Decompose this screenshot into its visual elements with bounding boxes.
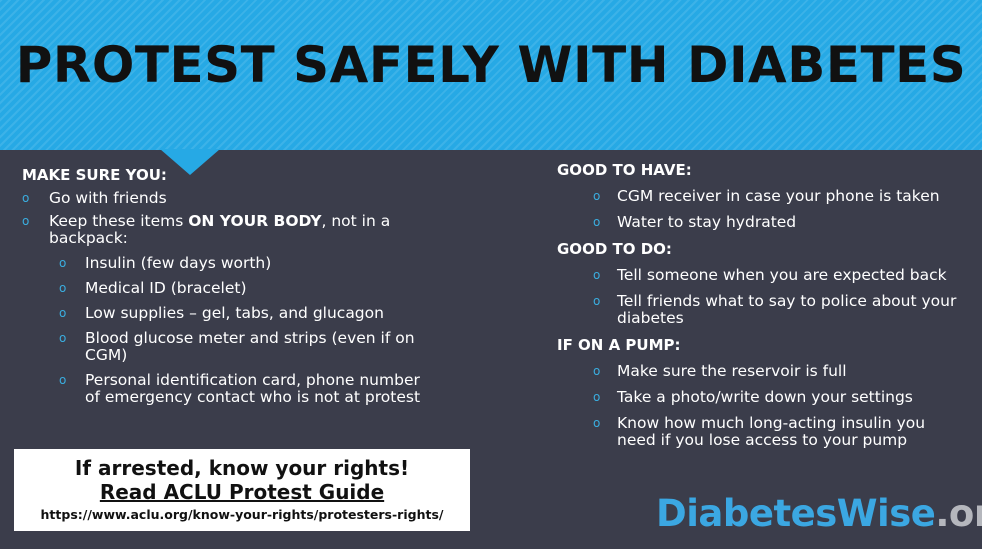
item-text: Take a photo/write down your settings (617, 388, 913, 406)
bullet-icon: o (59, 256, 67, 270)
list-item: o Insulin (few days worth) (59, 255, 432, 272)
good-to-do-list: o Tell someone when you are expected back… (593, 267, 967, 327)
right-column: GOOD TO HAVE: o CGM receiver in case your… (557, 162, 967, 449)
section-heading-good-to-have: GOOD TO HAVE: (557, 161, 692, 179)
item-text: Personal identification card, phone numb… (85, 371, 421, 406)
aclu-guide-link[interactable]: Read ACLU Protest Guide (14, 480, 470, 504)
list-item: o Keep these items ON YOUR BODY, not in … (22, 213, 432, 406)
bullet-icon: o (593, 294, 601, 308)
if-on-pump-list: o Make sure the reservoir is full o Take a… (593, 363, 967, 449)
list-item: o Take a photo/write down your settings (593, 389, 967, 406)
bullet-icon: o (593, 215, 601, 229)
item-text: Know how much long-acting insulin you ne… (617, 414, 926, 449)
bullet-icon: o (22, 214, 30, 228)
list-item: o Know how much long-acting insulin you n… (593, 415, 967, 449)
bullet-icon: o (59, 306, 67, 320)
diabeteswise-logo: DiabetesWise.org (656, 492, 982, 535)
aclu-rights-text: If arrested, know your rights! (74, 456, 410, 480)
bullet-icon: o (59, 281, 67, 295)
item-text: Go with friends (49, 189, 167, 207)
item-text: Water to stay hydrated (617, 213, 797, 231)
aclu-callout-box: If arrested, know your rights! Read ACLU… (14, 449, 470, 531)
list-item: o Water to stay hydrated (593, 214, 967, 231)
list-item: o Go with friends (22, 190, 432, 207)
brand-tld: .org (935, 492, 982, 535)
bullet-icon: o (593, 189, 601, 203)
item-text: Make sure the reservoir is full (617, 362, 847, 380)
item-text: Tell friends what to say to police about… (617, 292, 957, 327)
list-item: o Tell someone when you are expected back (593, 267, 967, 284)
list-item: o CGM receiver in case your phone is take… (593, 188, 967, 205)
section-heading-good-to-do: GOOD TO DO: (557, 240, 672, 258)
page-title: PROTEST SAFELY WITH DIABETES (15, 36, 967, 94)
list-item: o Medical ID (bracelet) (59, 280, 432, 297)
item-text: Insulin (few days worth) (85, 254, 272, 272)
bullet-icon: o (59, 373, 67, 387)
bullet-icon: o (593, 416, 601, 430)
item-text: Blood glucose meter and strips (even if … (85, 329, 415, 364)
list-item: o Tell friends what to say to police abou… (593, 293, 967, 327)
bullet-icon: o (59, 331, 67, 345)
bullet-icon: o (22, 191, 30, 205)
body-items-list: o Insulin (few days worth) o Medical ID (b… (59, 255, 432, 406)
good-to-have-list: o CGM receiver in case your phone is take… (593, 188, 967, 231)
list-item: o Personal identification card, phone num… (59, 372, 432, 406)
list-item: o Blood glucose meter and strips (even if… (59, 330, 432, 364)
brand-name: DiabetesWise (656, 492, 936, 535)
section-heading-if-on-pump: IF ON A PUMP: (557, 336, 681, 354)
left-column: MAKE SURE YOU: o Go with friends o Keep … (22, 167, 432, 406)
item-text: CGM receiver in case your phone is taken (617, 187, 940, 205)
list-item: o Low supplies – gel, tabs, and glucagon (59, 305, 432, 322)
bullet-icon: o (593, 268, 601, 282)
item-text-pre: Keep these items (49, 212, 189, 230)
bullet-icon: o (593, 390, 601, 404)
section-heading-make-sure: MAKE SURE YOU: (22, 166, 167, 184)
make-sure-list: o Go with friends o Keep these items ON … (22, 190, 432, 406)
item-text-bold: ON YOUR BODY (188, 212, 322, 230)
bullet-icon: o (593, 364, 601, 378)
aclu-url-link[interactable]: https://www.aclu.org/know-your-rights/pr… (14, 506, 470, 524)
item-text: Medical ID (bracelet) (85, 279, 247, 297)
list-item: o Make sure the reservoir is full (593, 363, 967, 380)
item-text: Low supplies – gel, tabs, and glucagon (85, 304, 384, 322)
item-text: Tell someone when you are expected back (617, 266, 947, 284)
